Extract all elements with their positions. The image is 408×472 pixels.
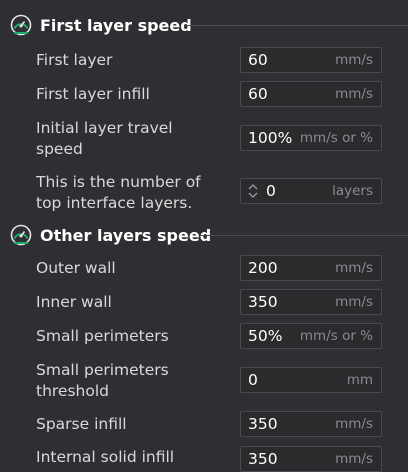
small-perimeters-speed-input[interactable]: 50% mm/s or % (240, 323, 382, 349)
field-unit: mm/s (335, 52, 373, 68)
inner-wall-speed-input[interactable]: 350 mm/s (240, 289, 382, 315)
setting-label: Internal solid infill (36, 448, 175, 466)
spin-arrows-icon[interactable] (244, 180, 262, 202)
field-unit: mm/s (335, 451, 373, 467)
setting-label: Outer wall (36, 259, 116, 277)
setting-label: Sparse infill (36, 415, 127, 433)
field-value[interactable]: 100% (241, 129, 292, 147)
field-unit: layers (332, 183, 373, 199)
field-value[interactable]: 0 (262, 182, 276, 200)
field-value[interactable]: 0 (241, 371, 258, 389)
field-value[interactable]: 350 (241, 415, 278, 433)
setting-label: This is the number of top interface laye… (36, 173, 201, 212)
section-header-first-layer-speed: First layer speed (10, 12, 192, 38)
field-unit: mm/s (335, 86, 373, 102)
setting-label: First layer (36, 51, 113, 69)
section-divider (200, 235, 408, 236)
field-unit: mm/s (335, 294, 373, 310)
field-value[interactable]: 200 (241, 259, 278, 277)
setting-label: First layer infill (36, 85, 150, 103)
setting-label: Small perimeters threshold (36, 361, 169, 400)
field-unit: mm/s (335, 416, 373, 432)
field-value[interactable]: 350 (241, 293, 278, 311)
field-unit: mm/s or % (299, 328, 373, 344)
setting-label: Initial layer travel speed (36, 119, 173, 158)
section-divider (184, 25, 408, 26)
internal-solid-infill-speed-input[interactable]: 350 mm/s (240, 446, 382, 472)
field-unit: mm/s or % (299, 130, 373, 146)
speedometer-icon (10, 224, 32, 246)
setting-label: Small perimeters (36, 327, 169, 345)
section-title: Other layers speed (40, 225, 212, 245)
setting-label: Inner wall (36, 293, 112, 311)
speedometer-icon (10, 14, 32, 36)
top-interface-layers-spinbox[interactable]: 0 layers (240, 178, 382, 204)
field-unit: mm/s (335, 260, 373, 276)
first-layer-speed-input[interactable]: 60 mm/s (240, 47, 382, 73)
field-value[interactable]: 60 (241, 85, 268, 103)
outer-wall-speed-input[interactable]: 200 mm/s (240, 255, 382, 281)
field-value[interactable]: 350 (241, 450, 278, 468)
first-layer-infill-speed-input[interactable]: 60 mm/s (240, 81, 382, 107)
field-unit: mm (346, 372, 373, 388)
sparse-infill-speed-input[interactable]: 350 mm/s (240, 411, 382, 437)
small-perimeters-threshold-input[interactable]: 0 mm (240, 367, 382, 393)
section-header-other-layers-speed: Other layers speed (10, 222, 211, 248)
field-value[interactable]: 50% (241, 327, 282, 345)
section-title: First layer speed (40, 15, 192, 35)
initial-layer-travel-speed-input[interactable]: 100% mm/s or % (240, 125, 382, 151)
field-value[interactable]: 60 (241, 51, 268, 69)
